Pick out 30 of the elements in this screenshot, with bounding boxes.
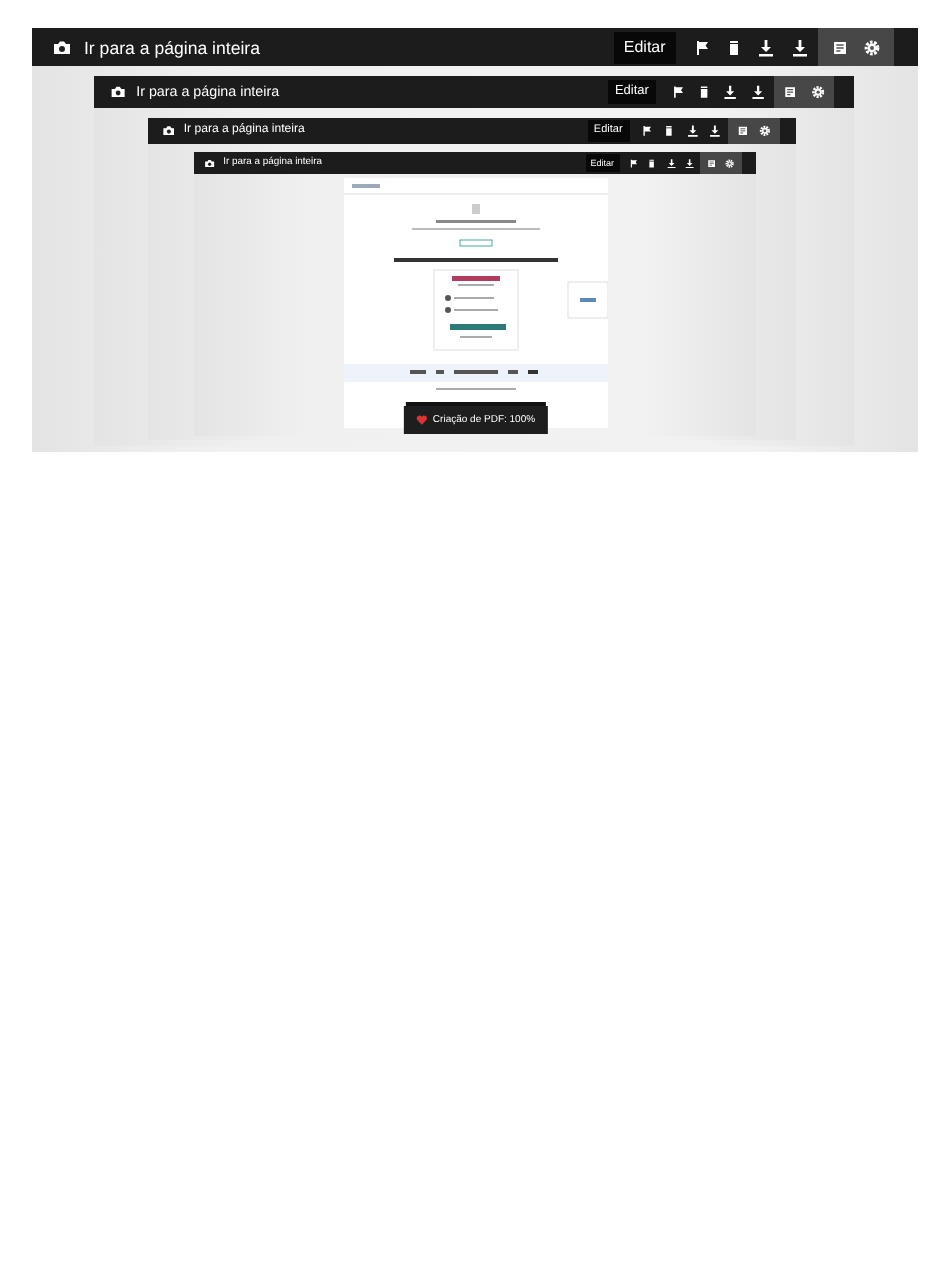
flag-icon[interactable] — [669, 83, 686, 101]
download-icon[interactable] — [707, 123, 722, 138]
settings-icon[interactable] — [758, 123, 772, 138]
download-icon[interactable] — [722, 83, 740, 101]
note-icon[interactable] — [830, 37, 851, 58]
download-icon[interactable] — [685, 123, 699, 138]
flag-icon[interactable] — [691, 37, 712, 58]
trash-icon[interactable] — [646, 157, 658, 169]
page-title[interactable]: Ir para a página inteira — [83, 37, 615, 58]
download-icon[interactable] — [683, 157, 695, 169]
download-icon[interactable] — [665, 157, 677, 169]
note-icon[interactable] — [782, 83, 799, 101]
flag-icon[interactable] — [640, 123, 654, 138]
note-icon[interactable] — [735, 123, 750, 138]
camera-icon — [204, 157, 217, 169]
settings-icon[interactable] — [809, 83, 826, 101]
camera-icon — [109, 83, 126, 101]
heart-icon — [414, 413, 427, 426]
edit-button[interactable]: Editar — [614, 31, 676, 64]
settings-icon[interactable] — [724, 157, 737, 169]
download-icon[interactable] — [756, 37, 777, 58]
flag-icon[interactable] — [628, 157, 640, 169]
note-icon[interactable] — [706, 157, 718, 169]
camera-icon — [161, 123, 175, 138]
settings-icon[interactable] — [862, 37, 883, 58]
trash-icon[interactable] — [662, 123, 677, 138]
trash-icon[interactable] — [696, 83, 713, 101]
download-icon[interactable] — [789, 37, 810, 58]
download-icon[interactable] — [749, 83, 766, 101]
camera-icon — [51, 37, 72, 58]
